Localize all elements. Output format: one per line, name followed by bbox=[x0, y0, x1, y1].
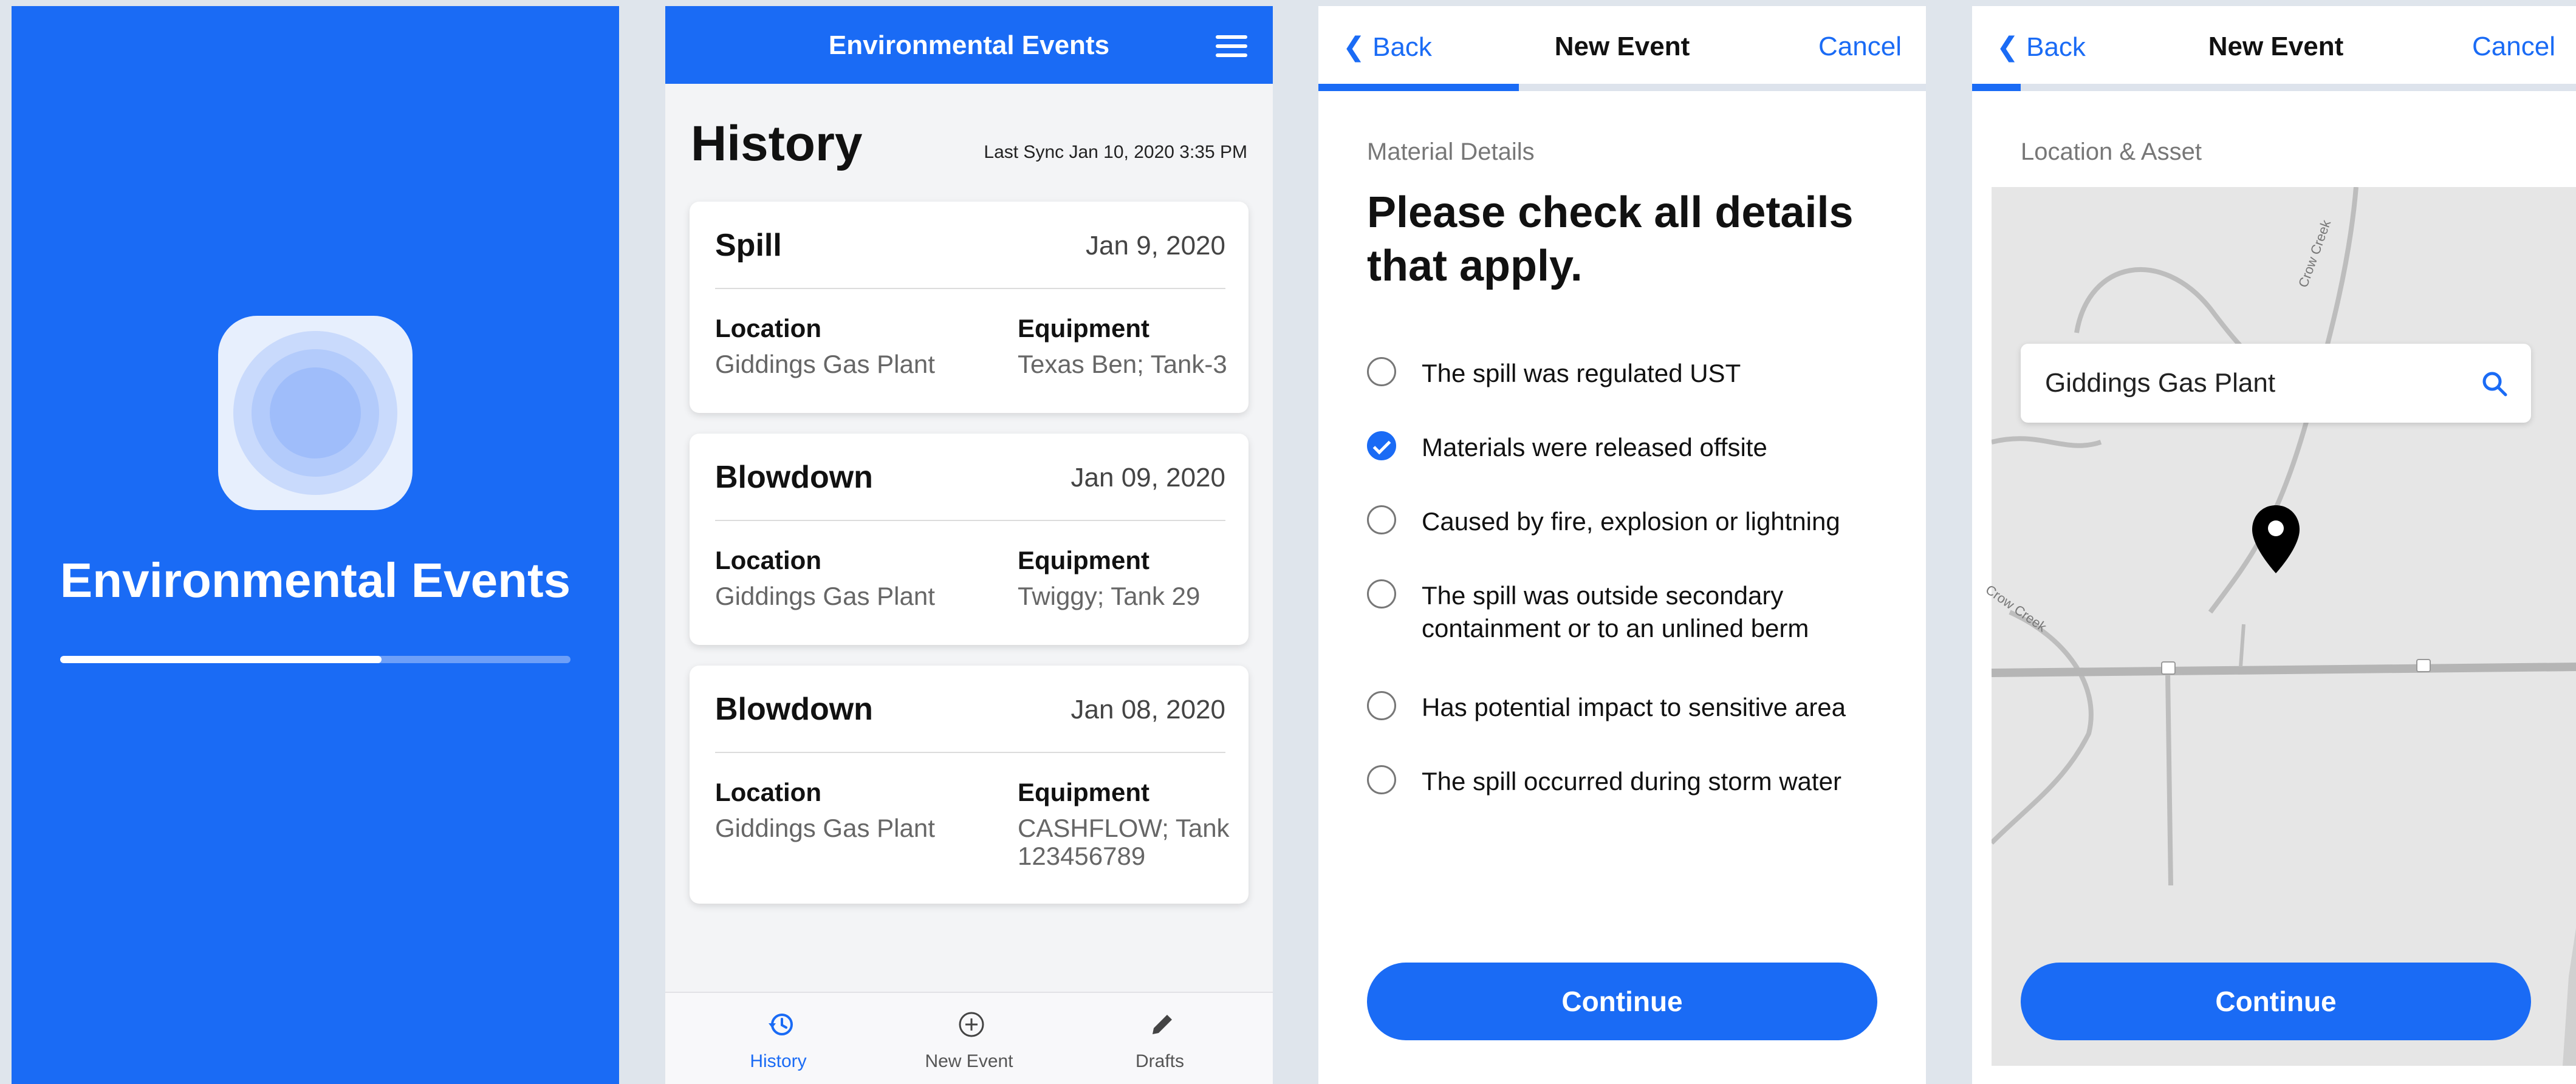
tab-new-event[interactable]: New Event bbox=[896, 993, 1042, 1084]
event-card[interactable]: Blowdown Jan 08, 2020 Location Equipment… bbox=[690, 666, 1249, 904]
map-view[interactable]: Crow Creek Crow Creek bbox=[1983, 187, 2576, 1066]
event-date: Jan 09, 2020 bbox=[1070, 463, 1225, 493]
step-progress-fill bbox=[1318, 84, 1519, 91]
event-card[interactable]: Blowdown Jan 09, 2020 Location Equipment… bbox=[690, 434, 1249, 645]
equipment-value: Texas Ben; Tank-3 bbox=[1018, 350, 1227, 378]
event-type: Spill bbox=[715, 228, 782, 263]
cancel-button[interactable]: Cancel bbox=[2472, 32, 2555, 62]
location-search-field[interactable]: Giddings Gas Plant bbox=[2021, 344, 2531, 423]
tab-history[interactable]: History bbox=[705, 993, 851, 1084]
pencil-icon bbox=[1153, 1015, 1172, 1034]
step-progress-bar bbox=[1318, 84, 1926, 91]
option-label: Materials were released offsite bbox=[1422, 433, 1767, 462]
tab-label: New Event bbox=[925, 1051, 1013, 1071]
location-value: Giddings Gas Plant bbox=[715, 350, 935, 378]
option-label: Caused by fire, explosion or lightning bbox=[1422, 507, 1840, 536]
event-type: Blowdown bbox=[715, 460, 873, 495]
option-label: The spill was regulated UST bbox=[1422, 359, 1741, 387]
event-type: Blowdown bbox=[715, 692, 873, 727]
option-label: The spill was outside secondary containm… bbox=[1422, 581, 1809, 643]
last-sync-text: Last Sync Jan 10, 2020 3:35 PM bbox=[984, 142, 1247, 162]
location-label: Location bbox=[715, 546, 821, 574]
continue-button[interactable]: Continue bbox=[2021, 963, 2531, 1040]
checkbox-circle[interactable] bbox=[1367, 691, 1396, 720]
continue-button[interactable]: Continue bbox=[1367, 963, 1877, 1040]
option-label: The spill occurred during storm water bbox=[1422, 767, 1841, 796]
map-roads bbox=[1992, 187, 2576, 1066]
bottom-tab-bar: History New Event Drafts bbox=[665, 992, 1273, 1084]
checkbox-checked[interactable] bbox=[1367, 431, 1396, 460]
section-label: Location & Asset bbox=[2021, 138, 2202, 165]
app-name: Environmental Events bbox=[60, 553, 571, 607]
checkbox-circle[interactable] bbox=[1367, 357, 1396, 386]
app-icon-ring-inner bbox=[270, 367, 361, 458]
checkbox-circle[interactable] bbox=[1367, 765, 1396, 794]
location-label: Location bbox=[715, 314, 821, 343]
search-value: Giddings Gas Plant bbox=[2045, 368, 2276, 398]
location-value: Giddings Gas Plant bbox=[715, 582, 935, 610]
option-label: Has potential impact to sensitive area bbox=[1422, 693, 1846, 721]
event-date: Jan 9, 2020 bbox=[1086, 231, 1225, 261]
history-icon bbox=[769, 1014, 793, 1035]
page-title: History bbox=[691, 116, 863, 171]
step-progress-fill bbox=[1972, 84, 2021, 91]
event-card[interactable]: Spill Jan 9, 2020 Location Equipment Gid… bbox=[690, 202, 1249, 413]
material-details-screen: ❮ Back New Event Cancel Material Details… bbox=[1318, 6, 1926, 1084]
app-icon bbox=[218, 316, 413, 510]
header-title: Environmental Events bbox=[828, 30, 1110, 60]
history-screen: Environmental Events History Last Sync J… bbox=[665, 6, 1273, 1084]
tab-label: History bbox=[750, 1051, 807, 1071]
equipment-label: Equipment bbox=[1018, 778, 1149, 806]
tab-label: Drafts bbox=[1135, 1051, 1184, 1071]
checkbox-circle[interactable] bbox=[1367, 505, 1396, 534]
location-asset-screen: ❮ Back New Event Cancel Location & Asset… bbox=[1972, 6, 2576, 1084]
checkbox-circle[interactable] bbox=[1367, 579, 1396, 608]
app-header: Environmental Events bbox=[665, 6, 1273, 84]
equipment-value: Twiggy; Tank 29 bbox=[1018, 582, 1201, 610]
question-heading: Please check all details that apply. bbox=[1367, 188, 1854, 290]
loading-progress-bar bbox=[60, 656, 570, 663]
card-divider bbox=[715, 752, 1225, 753]
tab-drafts[interactable]: Drafts bbox=[1087, 993, 1233, 1084]
loading-progress-fill bbox=[60, 656, 382, 663]
location-label: Location bbox=[715, 778, 821, 806]
map-pin-icon[interactable] bbox=[2249, 503, 2303, 576]
step-progress-bar bbox=[1972, 84, 2576, 91]
equipment-label: Equipment bbox=[1018, 314, 1149, 343]
search-icon[interactable] bbox=[2480, 369, 2509, 398]
hamburger-menu-icon[interactable] bbox=[1216, 35, 1247, 57]
add-circle-icon bbox=[959, 1012, 984, 1037]
equipment-label: Equipment bbox=[1018, 546, 1149, 574]
card-divider bbox=[715, 288, 1225, 289]
event-date: Jan 08, 2020 bbox=[1070, 695, 1225, 724]
card-divider bbox=[715, 520, 1225, 521]
location-value: Giddings Gas Plant bbox=[715, 814, 935, 842]
splash-screen: Environmental Events bbox=[12, 6, 619, 1084]
cancel-button[interactable]: Cancel bbox=[1818, 32, 1902, 62]
section-label: Material Details bbox=[1367, 138, 1535, 165]
equipment-value: CASHFLOW; Tank 123456789 bbox=[1018, 814, 1230, 870]
